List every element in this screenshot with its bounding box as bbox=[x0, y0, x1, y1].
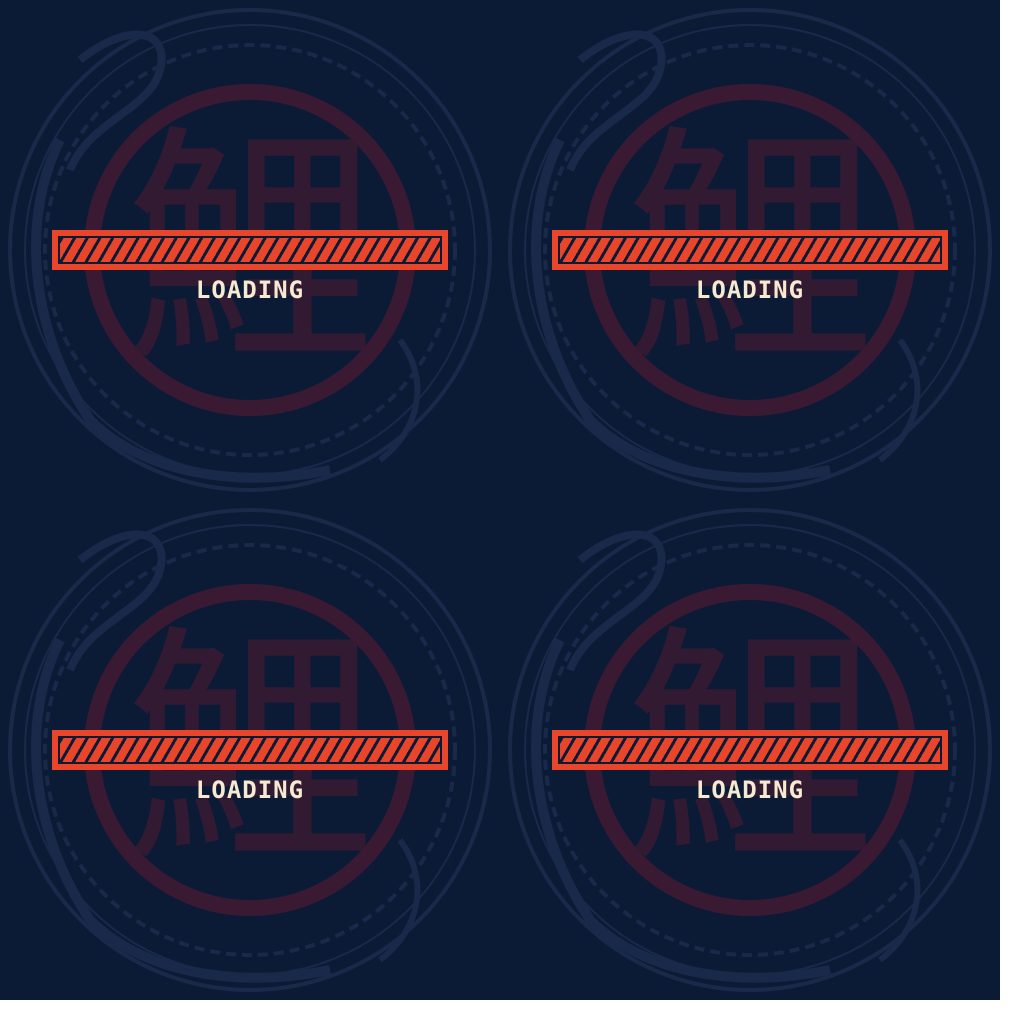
progress-track bbox=[558, 736, 942, 764]
progress-fill bbox=[560, 238, 940, 262]
loading-screen-sheet: 鯉 LOADING 鯉 LOADING 鯉 LOADING 鯉 LOADING bbox=[0, 0, 1000, 1000]
loading-progress-bar bbox=[52, 730, 448, 770]
progress-track bbox=[58, 236, 442, 264]
loading-progress-bar bbox=[52, 230, 448, 270]
progress-fill bbox=[560, 738, 940, 762]
progress-track bbox=[58, 736, 442, 764]
progress-fill bbox=[60, 738, 440, 762]
loading-screen-tile: 鯉 LOADING bbox=[0, 0, 500, 500]
loading-screen-tile: 鯉 LOADING bbox=[0, 500, 500, 1000]
progress-track bbox=[558, 236, 942, 264]
loading-screen-tile: 鯉 LOADING bbox=[500, 0, 1000, 500]
loading-label: LOADING bbox=[695, 776, 805, 804]
loading-label: LOADING bbox=[695, 276, 805, 304]
loading-progress-bar bbox=[552, 230, 948, 270]
loading-screen-tile: 鯉 LOADING bbox=[500, 500, 1000, 1000]
progress-fill bbox=[60, 238, 440, 262]
loading-label: LOADING bbox=[195, 776, 305, 804]
loading-label: LOADING bbox=[195, 276, 305, 304]
loading-progress-bar bbox=[552, 730, 948, 770]
